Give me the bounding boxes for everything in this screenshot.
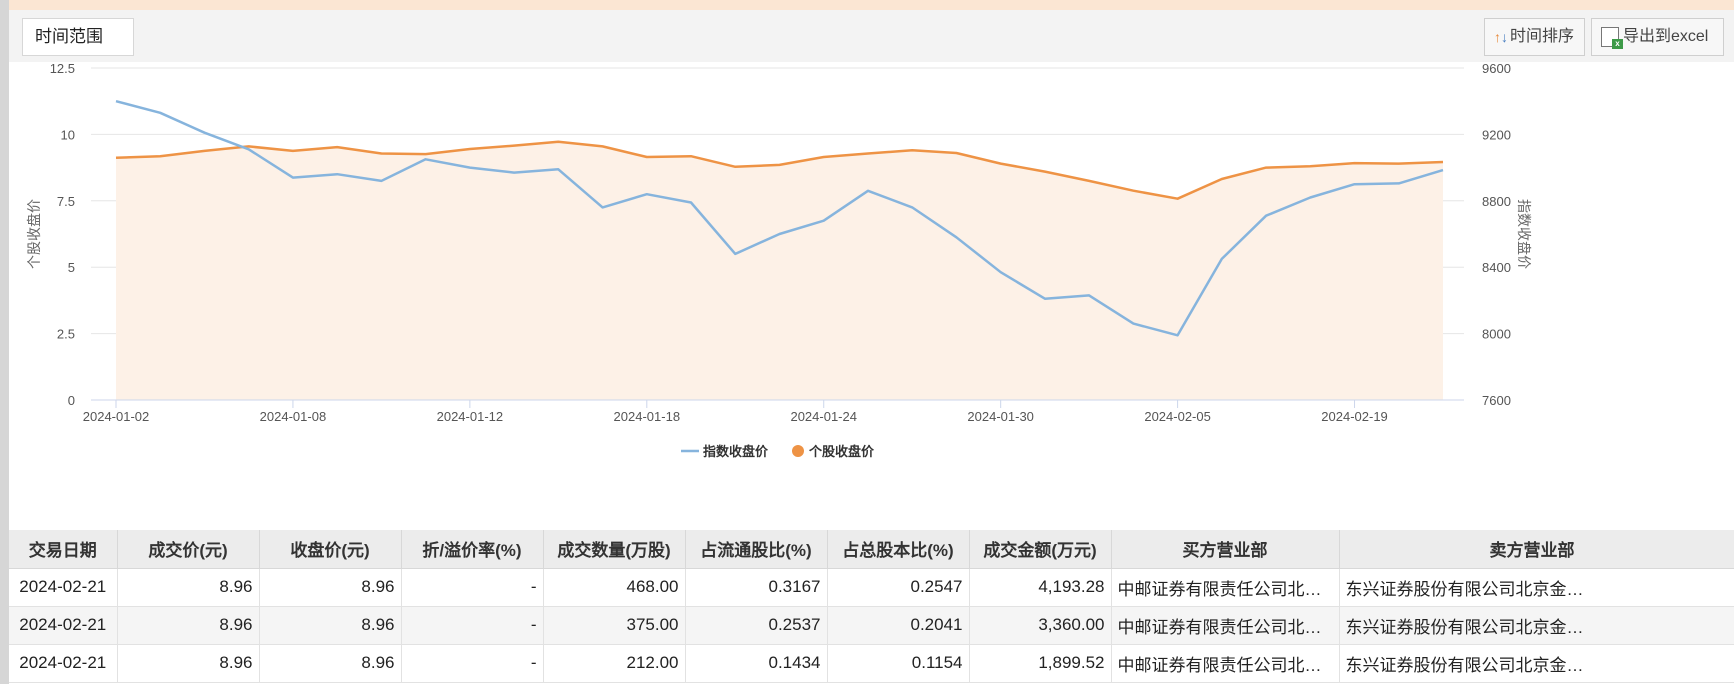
cell-float-ratio: 0.3167 [685,568,828,607]
block-trade-table-wrap: 交易日期 成交价(元) 收盘价(元) 折/溢价率(%) 成交数量(万股) 占流通… [9,530,1734,684]
col-header-volume[interactable]: 成交数量(万股) [543,530,686,569]
time-sort-button[interactable]: ↑↓ 时间排序 [1484,18,1585,56]
time-sort-label: 时间排序 [1510,28,1575,45]
cell-trade-date: 2024-02-21 [9,568,118,607]
left-window-edge [0,0,9,684]
cell-trade-date: 2024-02-21 [9,644,118,683]
col-header-amount[interactable]: 成交金额(万元) [969,530,1112,569]
y-right-tick-label: 8000 [1482,327,1511,342]
legend-index-label: 指数收盘价 [703,444,769,459]
y-left-tick-label: 0 [68,393,75,408]
table-row[interactable]: 2024-02-21 8.96 8.96 - 468.00 0.3167 0.2… [9,568,1734,607]
x-tick-label: 2024-01-18 [614,409,681,424]
x-tick-label: 2024-01-08 [260,409,327,424]
export-excel-label: 导出到excel [1623,28,1709,45]
col-header-buyer[interactable]: 买方营业部 [1111,530,1340,569]
top-accent-stripe [0,0,1734,10]
legend-stock-dot-mark [792,445,804,457]
y-right-tick-label: 7600 [1482,393,1511,408]
cell-buyer[interactable]: 中邮证券有限责任公司北京珠… [1111,568,1340,607]
cell-close-price: 8.96 [259,606,402,645]
cell-trade-date: 2024-02-21 [9,606,118,645]
cell-close-price: 8.96 [259,644,402,683]
x-tick-label: 2024-02-19 [1321,409,1388,424]
cell-deal-price: 8.96 [117,568,260,607]
cell-deal-price: 8.96 [117,606,260,645]
legend-item-stock[interactable]: 个股收盘价 [792,444,875,459]
cell-buyer[interactable]: 中邮证券有限责任公司北京珠… [1111,606,1340,645]
cell-close-price: 8.96 [259,568,402,607]
cell-float-ratio: 0.2537 [685,606,828,645]
col-header-float-ratio[interactable]: 占流通股比(%) [685,530,828,569]
cell-volume: 375.00 [543,606,686,645]
cell-premium-rate: - [401,606,544,645]
table-row[interactable]: 2024-02-21 8.96 8.96 - 212.00 0.1434 0.1… [9,644,1734,683]
cell-volume: 212.00 [543,644,686,683]
y-left-tick-label: 2.5 [57,327,75,342]
col-header-close-price[interactable]: 收盘价(元) [259,530,402,569]
export-excel-button[interactable]: x 导出到excel [1591,18,1724,56]
cell-total-ratio: 0.2041 [827,606,970,645]
y-left-axis-title: 个股收盘价 [26,199,42,269]
stock-area-layer [116,141,1443,401]
sort-arrows-icon: ↑↓ [1494,29,1508,45]
cell-buyer[interactable]: 中邮证券有限责任公司北京珠… [1111,644,1340,683]
col-header-total-ratio[interactable]: 占总股本比(%) [827,530,970,569]
x-tick-label: 2024-01-02 [83,409,150,424]
cell-float-ratio: 0.1434 [685,644,828,683]
x-tick-label: 2024-02-05 [1144,409,1211,424]
y-right-tick-label: 8800 [1482,194,1511,209]
cell-premium-rate: - [401,644,544,683]
legend-item-index[interactable]: 指数收盘价 [681,444,769,459]
y-right-tick-label: 9600 [1482,62,1511,76]
stock-price-area [116,141,1443,401]
col-header-premium-rate[interactable]: 折/溢价率(%) [401,530,544,569]
cell-premium-rate: - [401,568,544,607]
cell-deal-price: 8.96 [117,644,260,683]
y-right-tick-label: 8400 [1482,260,1511,275]
cell-total-ratio: 0.2547 [827,568,970,607]
y-left-tick-label: 5 [68,260,75,275]
cell-amount: 4,193.28 [969,568,1112,607]
price-chart-panel: 0 2.5 5 7.5 10 12.5 7600 8000 8400 8800 9200 9600 20… [9,61,1734,530]
chart-legend: 指数收盘价 个股收盘价 [681,444,875,459]
col-header-trade-date[interactable]: 交易日期 [9,530,118,569]
col-header-deal-price[interactable]: 成交价(元) [117,530,260,569]
cell-seller[interactable]: 东兴证券股份有限公司北京金… [1339,644,1734,683]
table-row[interactable]: 2024-02-21 8.96 8.96 - 375.00 0.2537 0.2… [9,606,1734,645]
legend-stock-label: 个股收盘价 [808,444,875,459]
excel-icon: x [1601,27,1623,49]
price-chart: 0 2.5 5 7.5 10 12.5 7600 8000 8400 8800 9200 9600 20… [26,61,1532,459]
x-tick-label: 2024-01-12 [437,409,504,424]
time-range-button[interactable]: 时间范围 [22,18,134,56]
cell-total-ratio: 0.1154 [827,644,970,683]
y-right-axis-title: 指数收盘价 [1516,199,1532,269]
cell-seller[interactable]: 东兴证券股份有限公司北京金… [1339,568,1734,607]
cell-seller[interactable]: 东兴证券股份有限公司北京金… [1339,606,1734,645]
y-left-tick-label: 10 [61,127,75,142]
x-tick-label: 2024-01-24 [790,409,857,424]
cell-amount: 1,899.52 [969,644,1112,683]
cell-volume: 468.00 [543,568,686,607]
table-header-row: 交易日期 成交价(元) 收盘价(元) 折/溢价率(%) 成交数量(万股) 占流通… [9,530,1734,569]
col-header-seller[interactable]: 卖方营业部 [1339,530,1734,569]
y-left-tick-label: 12.5 [50,62,75,76]
y-left-tick-label: 7.5 [57,194,75,209]
block-trade-table: 交易日期 成交价(元) 收盘价(元) 折/溢价率(%) 成交数量(万股) 占流通… [9,530,1734,683]
x-tick-label: 2024-01-30 [967,409,1034,424]
y-right-tick-label: 9200 [1482,127,1511,142]
cell-amount: 3,360.00 [969,606,1112,645]
toolbar: 时间范围 ↑↓ 时间排序 x 导出到excel [9,10,1734,62]
